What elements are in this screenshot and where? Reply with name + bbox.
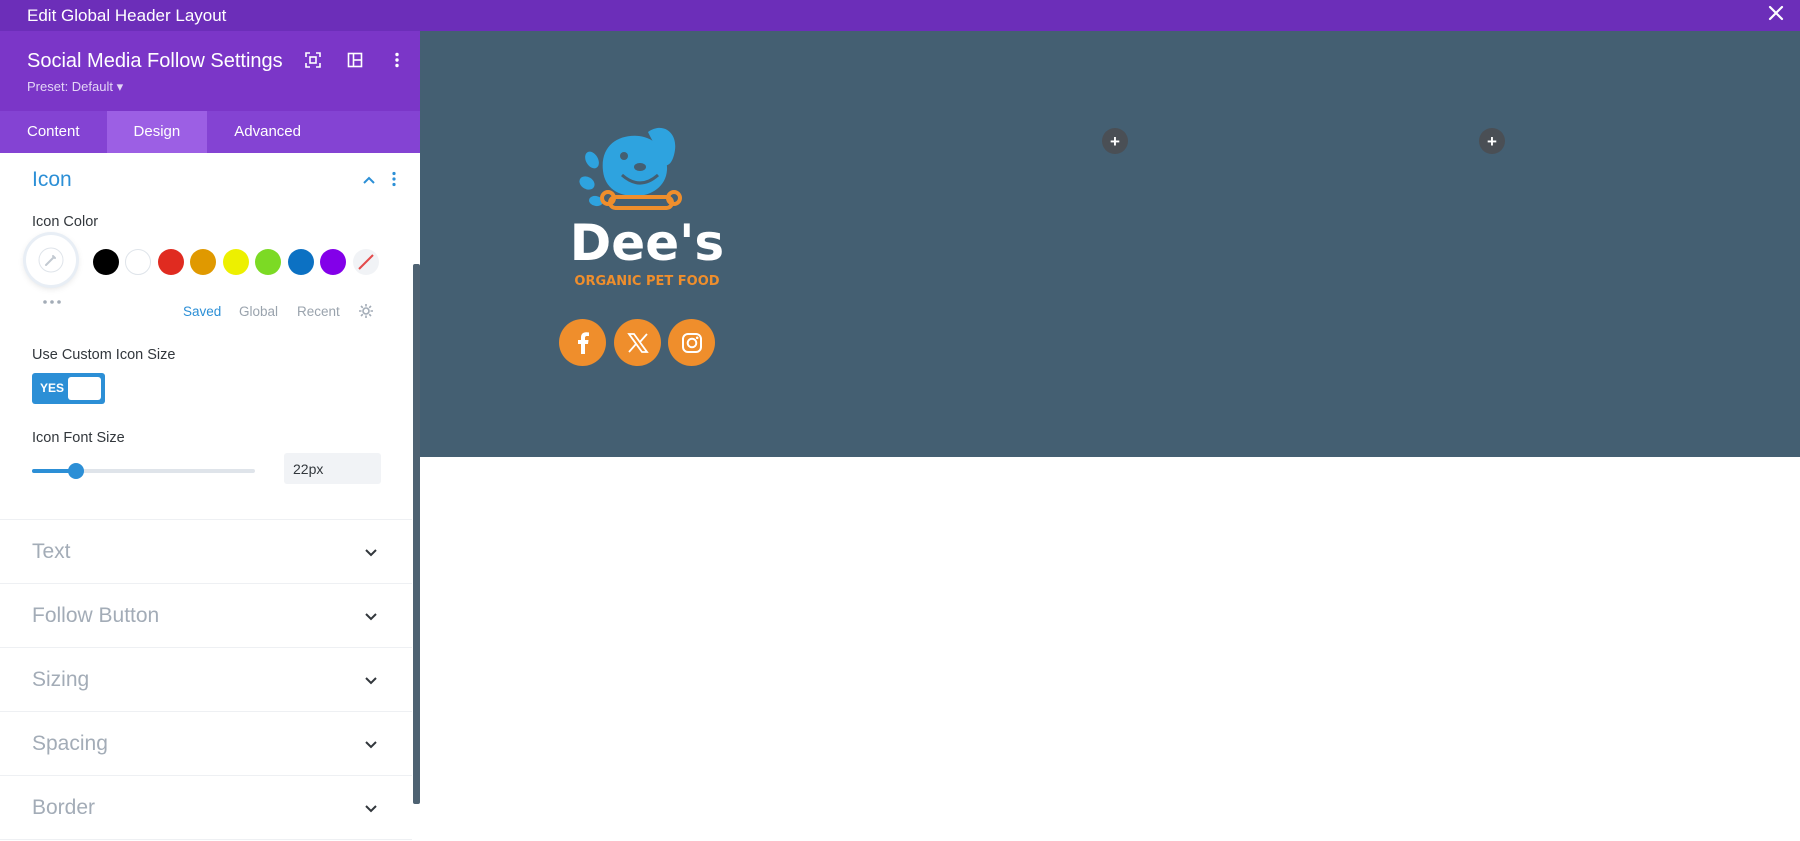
facebook-icon bbox=[577, 331, 589, 354]
more-options-icon[interactable] bbox=[386, 49, 408, 71]
tab-content[interactable]: Content bbox=[0, 111, 107, 153]
swatch-purple[interactable] bbox=[320, 249, 346, 275]
custom-size-label: Use Custom Icon Size bbox=[32, 347, 176, 363]
add-module-label: + bbox=[1110, 131, 1120, 151]
facebook-button[interactable] bbox=[559, 319, 606, 366]
font-size-label: Icon Font Size bbox=[32, 430, 125, 446]
add-module-button[interactable]: + bbox=[1479, 128, 1505, 154]
tab-advanced[interactable]: Advanced bbox=[207, 111, 328, 153]
icon-section-title[interactable]: Icon bbox=[32, 168, 72, 192]
palette-tab-recent[interactable]: Recent bbox=[297, 304, 340, 319]
x-twitter-icon bbox=[626, 332, 649, 353]
add-module-button[interactable]: + bbox=[1102, 128, 1128, 154]
eyedropper-icon bbox=[38, 247, 64, 273]
chevron-up-icon[interactable] bbox=[362, 172, 376, 190]
settings-panel: Social Media Follow Settings Preset: Def… bbox=[0, 31, 420, 841]
section-options-icon[interactable] bbox=[391, 171, 397, 192]
preset-selector[interactable]: Preset: Default ▾ bbox=[27, 79, 123, 95]
add-module-label: + bbox=[1487, 131, 1497, 151]
palette-tab-saved[interactable]: Saved bbox=[183, 304, 221, 319]
text-section-title: Text bbox=[32, 540, 71, 563]
no-color-icon bbox=[358, 254, 374, 270]
swatch-blue[interactable] bbox=[288, 249, 314, 275]
gear-icon[interactable] bbox=[358, 303, 374, 324]
spacing-section-title: Spacing bbox=[32, 732, 108, 755]
swatch-orange[interactable] bbox=[190, 249, 216, 275]
logo-tagline: ORGANIC PET FOOD bbox=[574, 274, 719, 289]
text-section[interactable]: Text bbox=[0, 520, 412, 584]
chevron-down-icon bbox=[364, 609, 378, 627]
follow-button-section[interactable]: Follow Button bbox=[0, 584, 412, 648]
fullscreen-icon[interactable] bbox=[302, 49, 324, 71]
icon-color-label: Icon Color bbox=[32, 214, 99, 230]
custom-size-toggle[interactable]: YES bbox=[32, 373, 105, 404]
border-section-title: Border bbox=[32, 796, 96, 819]
tab-design[interactable]: Design bbox=[106, 111, 208, 153]
chevron-down-icon bbox=[364, 673, 378, 691]
toggle-value: YES bbox=[40, 381, 65, 395]
panel-tabs: Content Design Advanced bbox=[0, 111, 420, 153]
font-size-input[interactable] bbox=[284, 453, 381, 484]
sizing-section-title: Sizing bbox=[32, 668, 90, 691]
palette-tab-global[interactable]: Global bbox=[239, 304, 278, 319]
panel-scroll-area: Icon Icon Color Saved Global Recent Use … bbox=[0, 153, 412, 841]
font-size-slider-thumb[interactable] bbox=[68, 463, 84, 479]
logo-wordmark: Dee's bbox=[570, 214, 724, 272]
chevron-down-icon bbox=[364, 801, 378, 819]
swatch-white[interactable] bbox=[125, 249, 151, 275]
preview-canvas: Dee's ORGANIC PET FOOD + + bbox=[420, 31, 1800, 841]
more-colors-icon[interactable] bbox=[42, 292, 62, 310]
spacing-section[interactable]: Spacing bbox=[0, 712, 412, 776]
panel-header: Social Media Follow Settings Preset: Def… bbox=[0, 31, 420, 111]
swatch-clear[interactable] bbox=[353, 249, 379, 275]
x-twitter-button[interactable] bbox=[614, 319, 661, 366]
header-section[interactable]: Dee's ORGANIC PET FOOD + + bbox=[420, 31, 1800, 457]
panel-scrollbar[interactable] bbox=[413, 264, 420, 804]
sizing-section[interactable]: Sizing bbox=[0, 648, 412, 712]
swatch-black[interactable] bbox=[93, 249, 119, 275]
close-icon[interactable] bbox=[1766, 3, 1786, 29]
split-view-icon[interactable] bbox=[344, 49, 366, 71]
swatch-yellow[interactable] bbox=[223, 249, 249, 275]
builder-topbar: Edit Global Header Layout bbox=[0, 0, 1800, 31]
chevron-down-icon bbox=[364, 737, 378, 755]
logo[interactable]: Dee's ORGANIC PET FOOD bbox=[560, 113, 735, 298]
follow-button-section-title: Follow Button bbox=[32, 604, 160, 627]
instagram-button[interactable] bbox=[668, 319, 715, 366]
icon-section: Icon Icon Color Saved Global Recent Use … bbox=[0, 153, 412, 520]
instagram-icon bbox=[681, 332, 702, 353]
panel-title: Social Media Follow Settings bbox=[27, 50, 283, 72]
border-section[interactable]: Border bbox=[0, 776, 412, 840]
swatch-red[interactable] bbox=[158, 249, 184, 275]
swatch-green[interactable] bbox=[255, 249, 281, 275]
chevron-down-icon bbox=[364, 545, 378, 563]
toggle-knob bbox=[68, 377, 101, 400]
topbar-title: Edit Global Header Layout bbox=[27, 6, 227, 25]
color-picker-button[interactable] bbox=[26, 235, 76, 285]
page-body bbox=[420, 457, 1800, 841]
